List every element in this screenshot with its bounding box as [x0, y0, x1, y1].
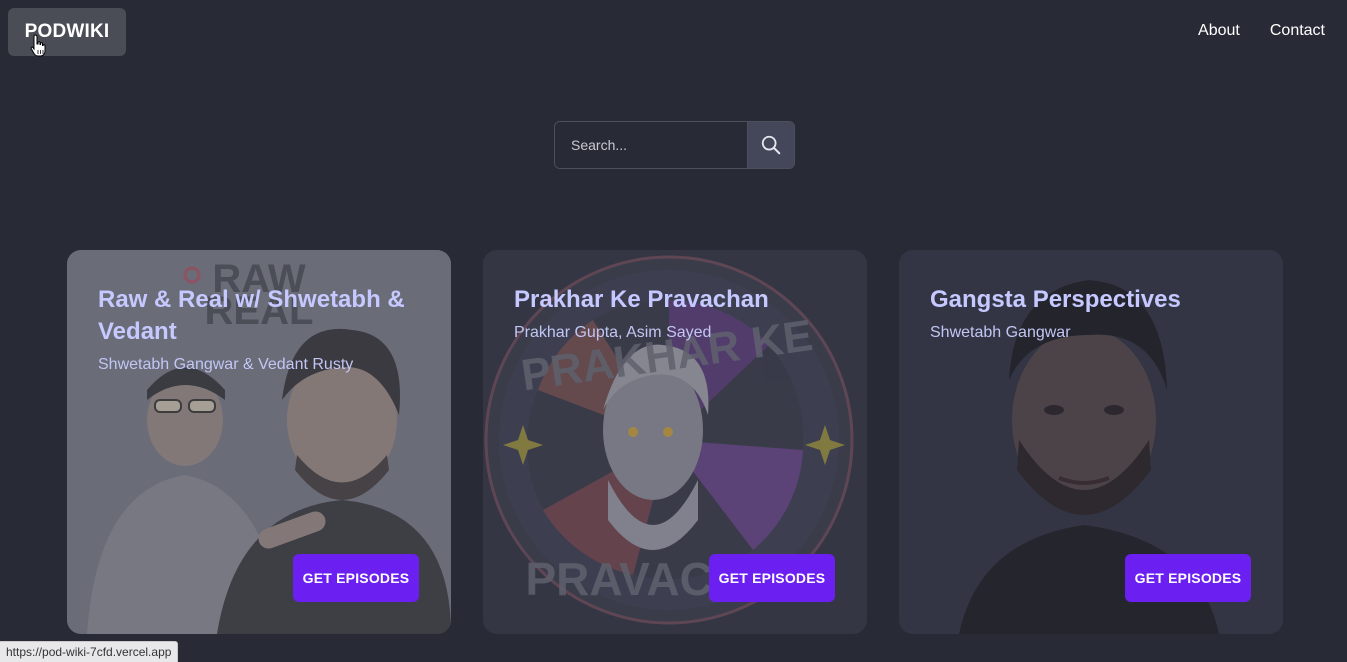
- search-bar: [554, 121, 795, 169]
- podcast-hosts: Shwetabh Gangwar: [930, 324, 1071, 341]
- podcast-card-raw-real: RAW REAL Raw & Real w/ Shwetabh & Vedant…: [67, 250, 451, 634]
- top-nav: About Contact: [1198, 22, 1325, 40]
- link-status-bar: https://pod-wiki-7cfd.vercel.app: [0, 641, 179, 662]
- podcast-card-gangsta: Gangsta Perspectives Shwetabh Gangwar GE…: [899, 250, 1283, 634]
- nav-contact-link[interactable]: Contact: [1270, 22, 1325, 40]
- podcast-card-prakhar: PRAKHAR KE PRAVACHAN Prakhar Ke Pravacha…: [483, 250, 867, 634]
- search-button[interactable]: [747, 122, 794, 168]
- search-icon: [761, 135, 781, 155]
- get-episodes-button[interactable]: GET EPISODES: [1125, 554, 1251, 602]
- podcast-hosts: Prakhar Gupta, Asim Sayed: [514, 324, 712, 341]
- get-episodes-button[interactable]: GET EPISODES: [293, 554, 419, 602]
- podcast-title[interactable]: Prakhar Ke Pravachan: [514, 284, 844, 316]
- hand-cursor-icon: [30, 34, 46, 57]
- nav-about-link[interactable]: About: [1198, 22, 1240, 40]
- podcast-title[interactable]: Gangsta Perspectives: [930, 284, 1260, 316]
- get-episodes-button[interactable]: GET EPISODES: [709, 554, 835, 602]
- podcast-hosts: Shwetabh Gangwar & Vedant Rusty: [98, 356, 354, 373]
- search-input[interactable]: [555, 122, 747, 168]
- podcast-title[interactable]: Raw & Real w/ Shwetabh & Vedant: [98, 284, 428, 348]
- logo-button[interactable]: PODWIKI: [8, 8, 126, 56]
